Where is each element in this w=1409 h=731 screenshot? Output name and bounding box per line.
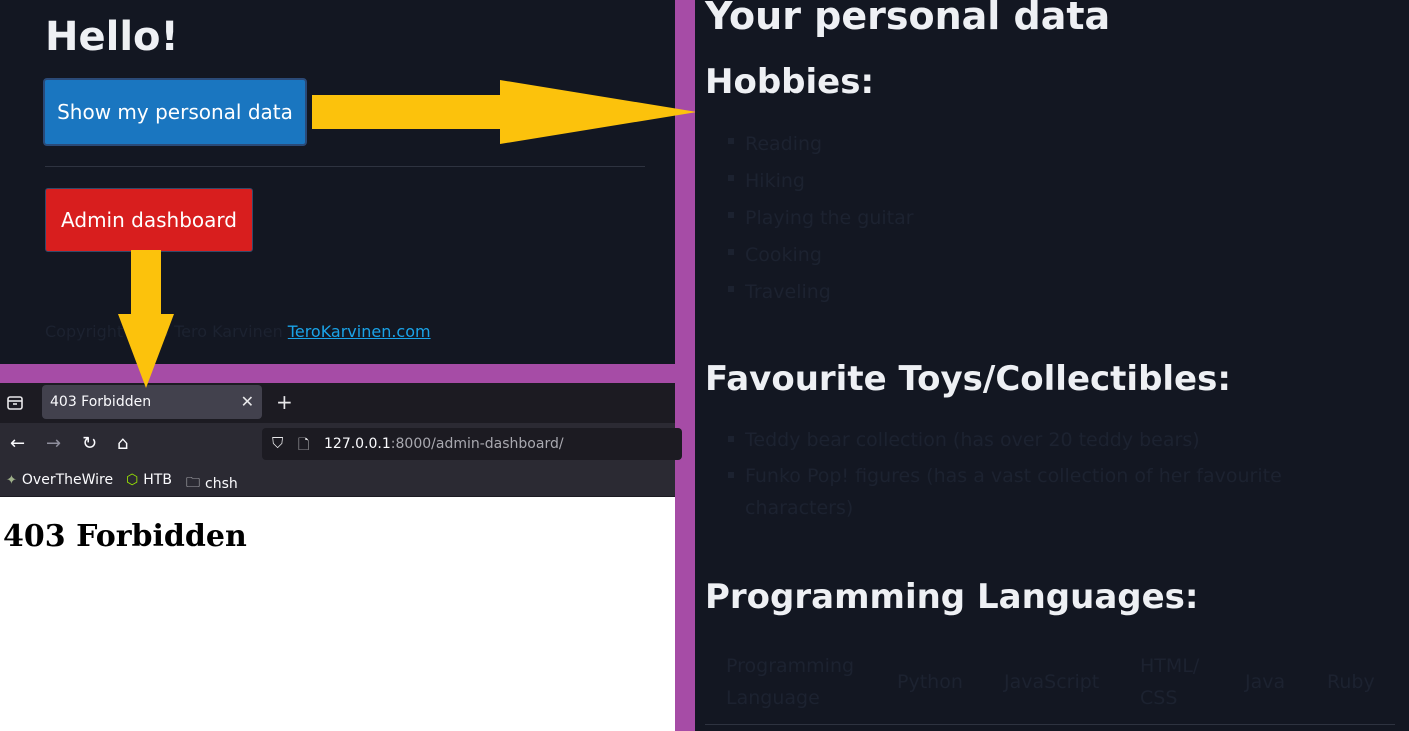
personal-data-panel: Your personal data Hobbies: Reading Hiki… (695, 0, 1409, 731)
admin-dashboard-button[interactable]: Admin dashboard (45, 188, 253, 252)
bookmarks-bar: ✦ OverTheWire ⬡ HTB 🗀 chsh (0, 467, 675, 497)
table-header-cell: JavaScript (1004, 671, 1100, 693)
list-item: Playing the guitar (728, 200, 914, 237)
personal-data-title: Your personal data (705, 0, 1111, 38)
nav-bar: ← → ↻ ⌂ ⛉ 🗋 127.0.0.1:8000/admin-dashboa… (0, 423, 682, 467)
copyright-link[interactable]: TeroKarvinen.com (288, 322, 431, 341)
arrow-down-icon (118, 250, 174, 388)
close-icon[interactable]: ✕ (241, 392, 254, 411)
toys-list: Teddy bear collection (has over 20 teddy… (728, 424, 1305, 524)
home-icon[interactable]: ⌂ (117, 433, 128, 454)
table-header-cell: Programming Language (726, 655, 855, 709)
show-personal-data-button[interactable]: Show my personal data (43, 78, 307, 146)
list-item: Teddy bear collection (has over 20 teddy… (728, 424, 1305, 456)
url-path: :8000/admin-dashboard/ (390, 436, 564, 452)
tab-bar: 403 Forbidden ✕ + (0, 383, 675, 423)
bookmark-label: HTB (143, 472, 172, 488)
reload-icon[interactable]: ↻ (82, 433, 97, 454)
bookmark-htb[interactable]: ⬡ HTB (126, 472, 172, 488)
tab-overview-icon[interactable] (6, 394, 24, 412)
languages-table: Programming Language Python JavaScript H… (705, 648, 1395, 725)
tab-title: 403 Forbidden (50, 394, 152, 410)
languages-heading: Programming Languages: (705, 577, 1199, 617)
table-header-cell: Java (1245, 671, 1286, 693)
footer-copyright: Copyright 2023 Tero Karvinen TeroKarvine… (45, 322, 431, 341)
folder-icon: 🗀 (186, 475, 200, 491)
tab-403-forbidden[interactable]: 403 Forbidden ✕ (42, 385, 262, 419)
url-bar[interactable]: ⛉ 🗋 127.0.0.1:8000/admin-dashboard/ (262, 428, 682, 460)
hobbies-heading: Hobbies: (705, 62, 875, 102)
forbidden-heading: 403 Forbidden (3, 519, 247, 554)
bookmark-label: chsh (205, 476, 238, 492)
hobbies-list: Reading Hiking Playing the guitar Cookin… (728, 126, 914, 311)
app-panel: Hello! Show my personal data Admin dashb… (0, 0, 675, 364)
htb-icon: ⬡ (126, 472, 139, 488)
divider (45, 166, 645, 167)
shield-icon[interactable]: ⛉ (272, 434, 283, 452)
list-item: Funko Pop! figures (has a vast collectio… (728, 460, 1305, 524)
table-header-cell: HTML/ CSS (1140, 655, 1200, 709)
overthewire-icon: ✦ (6, 472, 17, 488)
bookmark-overthewire[interactable]: ✦ OverTheWire (6, 472, 113, 488)
bookmark-chsh[interactable]: 🗀 chsh (186, 472, 238, 496)
arrow-right-icon (312, 80, 697, 144)
list-item: Reading (728, 126, 914, 163)
list-item: Hiking (728, 163, 914, 200)
page-title: Hello! (45, 14, 179, 60)
list-item: Cooking (728, 237, 914, 274)
list-item: Traveling (728, 274, 914, 311)
bookmark-label: OverTheWire (21, 472, 114, 488)
url-host: 127.0.0.1 (324, 436, 391, 452)
new-tab-icon[interactable]: + (276, 390, 293, 414)
table-header-cell: Ruby (1327, 671, 1375, 693)
toys-heading: Favourite Toys/Collectibles: (705, 359, 1231, 399)
page-icon: 🗋 (298, 437, 310, 453)
forward-icon[interactable]: → (46, 433, 61, 454)
back-icon[interactable]: ← (10, 433, 25, 454)
table-header-cell: Python (897, 671, 963, 693)
browser-window: 403 Forbidden ✕ + ← → ↻ ⌂ ⛉ 🗋 127.0.0.1:… (0, 383, 682, 731)
